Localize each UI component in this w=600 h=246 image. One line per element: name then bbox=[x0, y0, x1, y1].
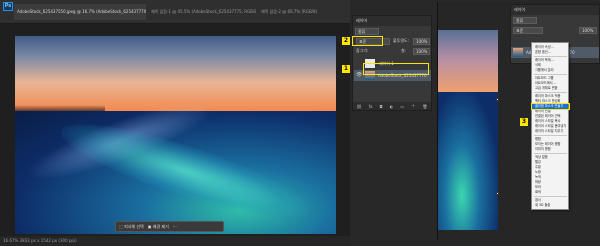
menu-item[interactable]: 그룹에서 분리 bbox=[535, 68, 568, 73]
callout-badge-1: 1 bbox=[342, 65, 350, 73]
remove-background-button[interactable]: ▣ 배경 제거 bbox=[148, 224, 169, 230]
menu-separator bbox=[534, 135, 567, 136]
second-document-window: 레이어 종류 표준 100% AdobeStock_625437770 bbox=[437, 2, 600, 240]
visibility-eye-icon[interactable]: 👁 bbox=[356, 70, 362, 81]
menu-item[interactable]: 회색 bbox=[535, 190, 568, 195]
adjustment-icon[interactable]: ◐ bbox=[390, 104, 394, 109]
callout-highlight-3 bbox=[531, 103, 570, 110]
layers-panel-footer: ⛓ fx ◘ ◐ ▭ ＋ 🗑 bbox=[353, 102, 431, 110]
second-layers-title: 레이어 bbox=[511, 5, 599, 15]
trash-icon[interactable]: 🗑 bbox=[422, 104, 427, 109]
transform-handle[interactable] bbox=[496, 98, 499, 101]
link-icon[interactable]: ⛓ bbox=[357, 104, 362, 109]
fill-input[interactable]: 100% bbox=[413, 48, 430, 55]
menu-item[interactable]: 혼합 옵션... bbox=[535, 50, 568, 55]
opacity-label: 불투명도: bbox=[393, 38, 410, 43]
folder-icon[interactable]: ▭ bbox=[400, 104, 404, 109]
second-kind-filter[interactable]: 종류 bbox=[513, 17, 537, 24]
menu-separator bbox=[534, 153, 567, 154]
menu-separator bbox=[534, 56, 567, 57]
menu-item[interactable]: 새 3D 돌출 bbox=[535, 203, 568, 208]
second-canvas-sky bbox=[438, 30, 498, 92]
layer-thumbnail bbox=[513, 48, 523, 57]
opacity-input[interactable]: 100% bbox=[413, 38, 430, 45]
tab-document-2[interactable]: 제목 없음-1 @ 45.5% (AdobeStock_625437775, R… bbox=[148, 4, 256, 20]
remove-background-label: 배경 제거 bbox=[152, 223, 169, 229]
document-canvas[interactable] bbox=[15, 36, 336, 234]
status-bar: 16.67% 3833 px x 1542 px (300 ppi) bbox=[0, 236, 350, 246]
menu-separator bbox=[534, 196, 567, 197]
fill-label: 칠: bbox=[401, 48, 407, 53]
second-canvas[interactable] bbox=[438, 30, 498, 230]
callout-highlight-1 bbox=[363, 63, 429, 75]
contextual-task-bar: ⬚ 피사체 선택 ▣ 배경 제거 ··· bbox=[115, 221, 224, 232]
layer-kind-filter[interactable]: 종류 bbox=[355, 28, 379, 35]
mask-icon[interactable]: ◘ bbox=[380, 104, 383, 109]
callout-badge-2: 2 bbox=[342, 37, 350, 45]
more-options-button[interactable]: ··· bbox=[173, 224, 177, 229]
canvas-area bbox=[0, 24, 350, 236]
second-opacity-input[interactable]: 100% bbox=[579, 27, 597, 34]
document-tab-bar: Ps AdobeStock_625437550.jpeg @ 16.7% (Ad… bbox=[0, 0, 350, 24]
tab-document-3[interactable]: 제목 없음-2 @ 66.7% (RGB/8) bbox=[258, 4, 348, 20]
select-subject-button[interactable]: ⬚ 피사체 선택 bbox=[119, 224, 144, 230]
select-subject-label: 피사체 선택 bbox=[124, 223, 144, 229]
photoshop-app-icon: Ps bbox=[3, 2, 13, 11]
transform-handle[interactable] bbox=[496, 192, 499, 195]
second-blend-select[interactable]: 표준 bbox=[513, 27, 543, 34]
menu-separator bbox=[534, 74, 567, 75]
menu-item[interactable]: 고급 개체로 변환 bbox=[535, 86, 568, 91]
tab-document-1[interactable]: AdobeStock_625437550.jpeg @ 16.7% (Adobe… bbox=[14, 4, 146, 20]
menu-item[interactable]: 이미지 병합 bbox=[535, 147, 568, 152]
new-layer-icon[interactable]: ＋ bbox=[411, 103, 415, 109]
fx-icon[interactable]: fx bbox=[369, 104, 373, 109]
callout-highlight-2 bbox=[352, 36, 383, 46]
layers-panel-title: 레이어 bbox=[353, 16, 431, 26]
lock-label: 잠그기: bbox=[356, 48, 369, 53]
menu-separator bbox=[534, 92, 567, 93]
photoshop-workspace: Ps AdobeStock_625437550.jpeg @ 16.7% (Ad… bbox=[0, 0, 600, 246]
sunset-sky-layer bbox=[15, 36, 336, 111]
menu-item[interactable]: 레이어 스타일 지우기 bbox=[535, 129, 568, 134]
layer-context-menu: 레이어 속성... 혼합 옵션... 레이어 복제... 삭제 그룹에서 분리 아트보드 … bbox=[531, 42, 570, 210]
second-canvas-aurora bbox=[438, 92, 498, 230]
callout-badge-3: 3 bbox=[520, 118, 528, 126]
